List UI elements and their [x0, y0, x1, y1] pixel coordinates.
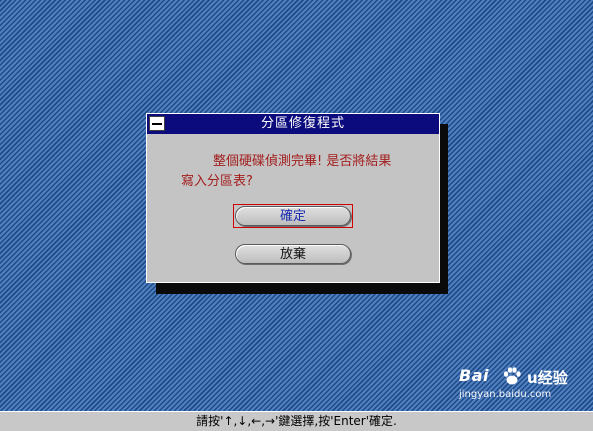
watermark-logo-text: Bai: [459, 366, 489, 385]
dialog-titlebar: 分區修復程式: [147, 114, 439, 134]
message-line-2: 寫入分區表?: [181, 174, 253, 189]
message-line-1: 整個硬碟偵測完畢! 是否將結果: [213, 154, 392, 169]
dialog-message: 整個硬碟偵測完畢! 是否將結果 寫入分區表?: [181, 152, 431, 192]
confirm-button[interactable]: 確定: [235, 206, 351, 226]
cancel-button[interactable]: 放棄: [235, 244, 351, 264]
confirm-button-label: 確定: [279, 209, 306, 224]
dialog-title: 分區修復程式: [260, 116, 345, 131]
watermark-logo: Bai: [459, 366, 489, 385]
cancel-button-label: 放棄: [279, 247, 306, 262]
system-menu-bar: [152, 123, 162, 125]
system-menu-icon[interactable]: [149, 116, 165, 131]
status-hint: 請按'↑,↓,←,→'鍵選擇,按'Enter'確定.: [196, 414, 397, 428]
watermark-logo-suffix: u: [527, 369, 538, 387]
paw-icon: [503, 367, 521, 385]
watermark-brand-text: 经验: [537, 369, 568, 387]
partition-repair-dialog: 分區修復程式 整個硬碟偵測完畢! 是否將結果 寫入分區表? 確定 放棄: [146, 113, 440, 283]
watermark-brand: u经验: [527, 367, 568, 388]
watermark-url: jingyan.baidu.com: [459, 389, 552, 400]
baidu-jingyan-watermark: Bai u经验 jingyan.baidu.com: [455, 362, 589, 406]
status-bar: 請按'↑,↓,←,→'鍵選擇,按'Enter'確定.: [0, 411, 593, 431]
